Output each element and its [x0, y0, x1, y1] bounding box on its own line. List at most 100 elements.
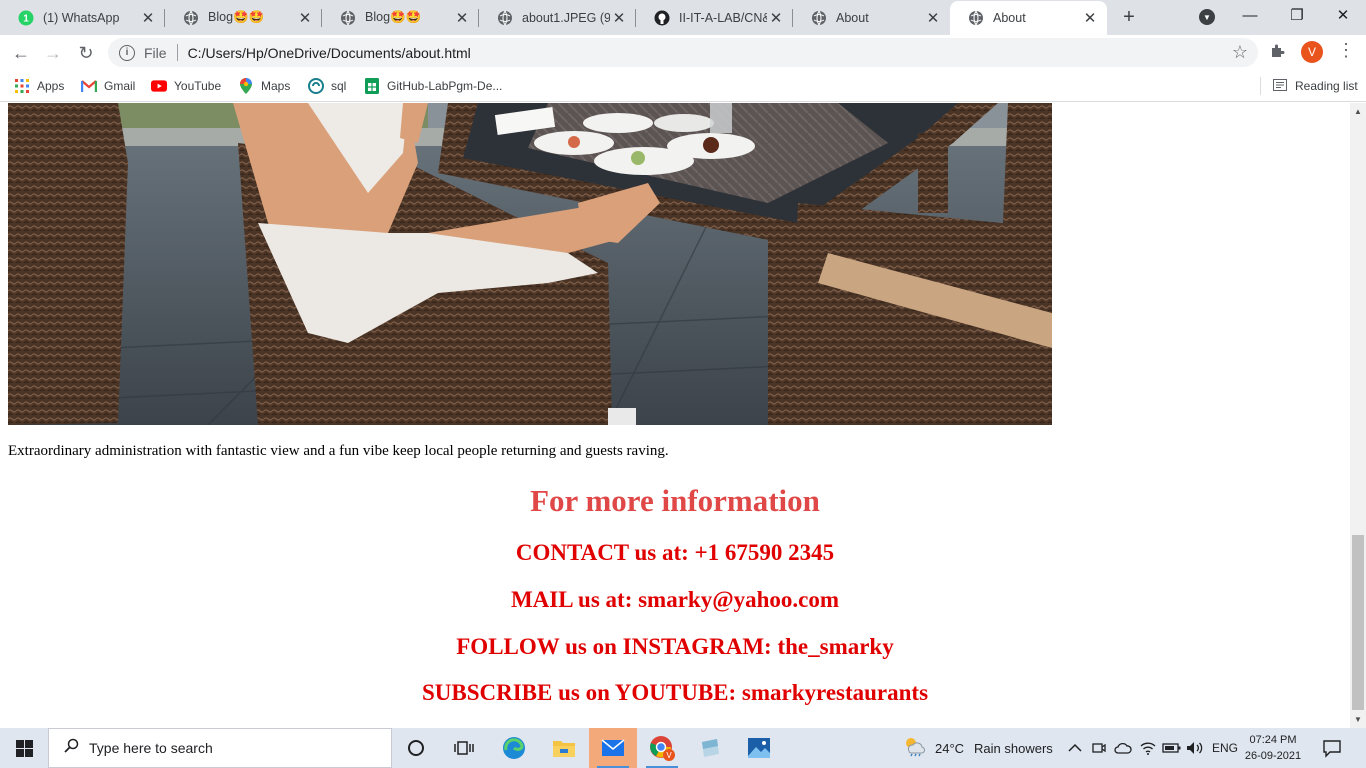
close-tab-icon[interactable]: ✕ [453, 9, 471, 27]
bookmark-label: Maps [261, 79, 291, 93]
notification-center-icon[interactable] [1322, 738, 1342, 758]
globe-icon [183, 10, 199, 26]
tray-chevron-up-icon[interactable] [1068, 728, 1082, 768]
sql-icon [308, 78, 324, 94]
scroll-up-arrow-icon[interactable]: ▲ [1354, 107, 1362, 116]
reload-icon[interactable]: ↻ [74, 41, 98, 65]
bookmark-gmail[interactable]: Gmail [81, 76, 135, 96]
onedrive-cloud-icon[interactable] [1114, 728, 1132, 768]
globe-icon [811, 10, 827, 26]
language-indicator[interactable]: ENG [1212, 728, 1238, 768]
gmail-icon [81, 78, 97, 94]
bookmark-label: sql [331, 79, 347, 93]
weather-widget[interactable]: 24°C Rain showers [903, 728, 1053, 768]
youtube-icon [151, 78, 167, 94]
cortana-icon[interactable] [392, 728, 440, 768]
tab-title: About [836, 10, 869, 25]
notes-app-icon[interactable] [686, 728, 734, 768]
minimize-button[interactable]: — [1235, 4, 1265, 26]
page-scrollbar[interactable]: ▲ ▼ [1350, 103, 1366, 728]
clock-time: 07:24 PM [1249, 734, 1297, 746]
github-icon [654, 10, 670, 26]
menu-dots-icon[interactable]: ⋮ [1337, 40, 1355, 61]
browser-toolbar: ← → ↻ i File C:/Users/Hp/OneDrive/Docume… [0, 35, 1366, 70]
taskbar-search-input[interactable]: Type here to search [48, 728, 392, 768]
bookmark-github-labpgm[interactable]: GitHub-LabPgm-De... [364, 76, 502, 96]
scroll-thumb[interactable] [1352, 535, 1364, 710]
url-text[interactable]: C:/Users/Hp/OneDrive/Documents/about.htm… [188, 45, 471, 61]
page-content: Extraordinary administration with fantas… [0, 103, 1350, 728]
tab-title: About [993, 11, 1026, 25]
tab-about-active[interactable]: About ✕ [950, 1, 1107, 35]
meet-now-icon[interactable] [1092, 728, 1106, 768]
photos-icon[interactable] [735, 728, 783, 768]
tab-strip: 1 (1) WhatsApp ✕ Blog🤩🤩 ✕ Blog🤩🤩 ✕ about… [0, 0, 1366, 35]
battery-icon[interactable] [1162, 728, 1182, 768]
info-icon[interactable]: i [119, 44, 135, 61]
close-tab-icon[interactable]: ✕ [296, 9, 314, 27]
contact-line: CONTACT us at: +1 67590 2345 [515, 540, 835, 565]
scroll-down-arrow-icon[interactable]: ▼ [1354, 715, 1362, 724]
tab-whatsapp[interactable]: 1 (1) WhatsApp ✕ [0, 0, 165, 35]
weather-description: Rain showers [974, 740, 1053, 756]
restaurant-photo [7, 103, 1053, 426]
bookmark-star-icon[interactable]: ☆ [1232, 42, 1248, 63]
forward-arrow-icon[interactable]: → [41, 41, 65, 65]
profile-avatar[interactable]: V [1301, 41, 1323, 63]
search-placeholder: Type here to search [89, 740, 213, 756]
tab-search-icon[interactable]: ▼ [1199, 9, 1215, 25]
taskbar-clock[interactable]: 07:24 PM 26-09-2021 [1240, 732, 1306, 764]
restore-button[interactable]: ❐ [1282, 4, 1312, 26]
instagram-line: FOLLOW us on INSTAGRAM: the_smarky [456, 634, 894, 659]
bookmark-label: Apps [37, 79, 65, 93]
wifi-icon[interactable] [1140, 728, 1156, 768]
close-tab-icon[interactable]: ✕ [610, 9, 628, 27]
description-text: Extraordinary administration with fantas… [8, 443, 669, 459]
tab-title: Blog🤩🤩 [365, 10, 422, 24]
tab-title: about1.JPEG (900 [522, 10, 610, 25]
bookmark-label: GitHub-LabPgm-De... [387, 79, 503, 93]
reading-list-button[interactable]: Reading list [1260, 76, 1358, 96]
globe-icon [968, 10, 984, 26]
svg-text:V: V [666, 751, 672, 760]
bookmark-maps[interactable]: Maps [238, 76, 290, 96]
tab-blog-2[interactable]: Blog🤩🤩 ✕ [322, 0, 479, 35]
bookmarks-bar: Apps Gmail YouTube Maps sql GitHub-LabPg… [0, 70, 1366, 102]
weather-temperature: 24°C [935, 740, 965, 756]
close-tab-icon[interactable]: ✕ [767, 9, 785, 27]
tab-about[interactable]: About ✕ [793, 0, 950, 35]
tab-title: II-IT-A-LAB/CN& [679, 10, 767, 25]
bookmark-apps[interactable]: Apps [14, 76, 64, 96]
mail-icon[interactable] [589, 728, 637, 768]
back-arrow-icon[interactable]: ← [9, 41, 33, 65]
apps-grid-icon [14, 78, 30, 94]
volume-icon[interactable] [1186, 728, 1204, 768]
close-tab-icon[interactable]: ✕ [1081, 9, 1099, 27]
more-info-heading: For more information [530, 483, 820, 518]
globe-icon [497, 10, 513, 26]
task-view-icon[interactable] [440, 728, 488, 768]
new-tab-button[interactable]: + [1118, 6, 1140, 28]
address-bar[interactable]: i File C:/Users/Hp/OneDrive/Documents/ab… [108, 38, 1258, 67]
search-icon [63, 738, 79, 759]
chrome-icon[interactable]: V [638, 728, 686, 768]
bookmark-label: YouTube [174, 79, 222, 93]
tab-github[interactable]: II-IT-A-LAB/CN& ✕ [636, 0, 793, 35]
whatsapp-icon: 1 [18, 10, 34, 26]
file-explorer-icon[interactable] [540, 728, 588, 768]
windows-start-icon[interactable] [0, 728, 48, 768]
edge-icon[interactable] [490, 728, 538, 768]
reading-list-label: Reading list [1295, 79, 1358, 93]
weather-rain-icon [903, 737, 926, 760]
tab-blog-1[interactable]: Blog🤩🤩 ✕ [165, 0, 322, 35]
close-tab-icon[interactable]: ✕ [924, 9, 942, 27]
bookmark-youtube[interactable]: YouTube [151, 76, 221, 96]
clock-date: 26-09-2021 [1244, 750, 1302, 762]
close-window-button[interactable]: ✕ [1328, 4, 1358, 26]
svg-text:1: 1 [23, 13, 29, 24]
tab-title: Blog🤩🤩 [208, 10, 265, 24]
tab-about1-jpeg[interactable]: about1.JPEG (900 ✕ [479, 0, 636, 35]
extensions-puzzle-icon[interactable] [1270, 42, 1286, 63]
close-tab-icon[interactable]: ✕ [139, 9, 157, 27]
bookmark-sql[interactable]: sql [308, 76, 346, 96]
